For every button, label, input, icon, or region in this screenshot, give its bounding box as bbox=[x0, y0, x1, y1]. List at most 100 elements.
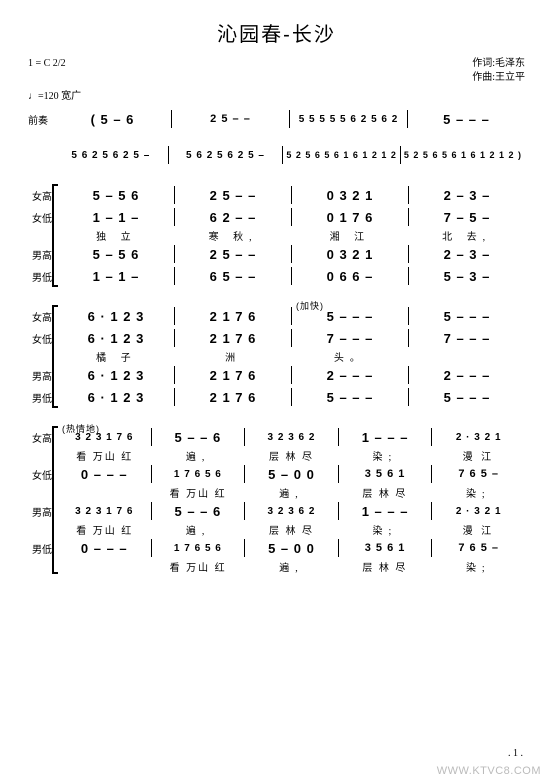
bar: 2 1 7 6 bbox=[175, 368, 291, 383]
system-intro-2: 5 6 2 5 6 2 5 – 5 6 2 5 6 2 5 – 5 2 5 6 … bbox=[28, 144, 525, 166]
tempo-change-marker: (加快) bbox=[296, 299, 324, 312]
bar: ( 5 – 6 bbox=[54, 112, 171, 127]
bar: 3 2 3 6 2 bbox=[245, 432, 338, 443]
bar: 2 1 7 6 bbox=[175, 331, 291, 346]
system-verse-3: 女高 (热情地) 3 2 3 1 7 6 5 – – 6 3 2 3 6 2 1… bbox=[28, 426, 525, 574]
key-signature: 1 = C 2/2 bbox=[28, 57, 66, 85]
bar: 0 1 7 6 bbox=[292, 210, 408, 225]
page-number: . 1 . bbox=[508, 748, 523, 759]
lyric: 湘 江 bbox=[292, 228, 409, 243]
composer-credit: 作曲:王立平 bbox=[472, 71, 525, 85]
bar: 5 – 3 – bbox=[409, 269, 525, 284]
bar: 7 – – – bbox=[292, 331, 408, 346]
bar: 7 – – – bbox=[409, 331, 525, 346]
bar: 2 5 – – bbox=[175, 188, 291, 203]
score-page: 沁园春-长沙 1 = C 2/2 作词:毛泽东 作曲:王立平 ♩=120 宽广 … bbox=[0, 0, 553, 783]
bar: 5 2 5 6 5 6 1 6 1 2 1 2 bbox=[283, 150, 400, 160]
lyric-row: 橘 子 洲 头。 bbox=[32, 349, 525, 364]
lyric: 层 林 尽 bbox=[245, 448, 338, 463]
bar: 5 – 5 6 bbox=[58, 247, 174, 262]
part-label-alto: 女低 bbox=[32, 210, 58, 225]
bar: 1 7 6 5 6 bbox=[152, 543, 245, 554]
part-label-bass: 男低 bbox=[32, 390, 58, 405]
lyric-row: 看 万山 红 遍, 层 林 尽 染; bbox=[32, 485, 525, 500]
tempo-marking: ♩=120 宽广 bbox=[28, 87, 525, 102]
bar: 6 2 – – bbox=[175, 210, 291, 225]
bar: 2 – – – bbox=[409, 368, 525, 383]
part-label-alto: 女低 bbox=[32, 467, 58, 482]
bar: 2 5 – – bbox=[175, 247, 291, 262]
lyric: 遍, bbox=[151, 522, 244, 537]
part-label-ten: 男高 bbox=[32, 368, 58, 383]
bar: 3 5 6 1 bbox=[339, 468, 432, 480]
lyric-row: 看 万山 红 遍, 层 林 尽 染; bbox=[32, 559, 525, 574]
bar: 0 3 2 1 bbox=[292, 247, 408, 262]
bar: 1 – 1 – bbox=[58, 210, 174, 225]
bar: 2 · 3 2 1 bbox=[432, 506, 525, 517]
bar: 3 5 6 1 bbox=[339, 542, 432, 554]
lyric: 看 万山 红 bbox=[58, 448, 151, 463]
lyric: 北 去, bbox=[408, 228, 525, 243]
lyric: 层 林 尽 bbox=[245, 522, 338, 537]
lyric: 遍, bbox=[245, 559, 338, 574]
bar: 7 6 5 – bbox=[432, 542, 525, 554]
lyric-row: 看 万山 红 遍, 层 林 尽 染; 漫 江 bbox=[32, 522, 525, 537]
lyric: 头。 bbox=[292, 349, 409, 364]
bar: 2 1 7 6 bbox=[175, 309, 291, 324]
lyric bbox=[58, 559, 151, 574]
bar: 5 – – – bbox=[409, 309, 525, 324]
bar: 0 – – – bbox=[58, 541, 151, 556]
lyric: 染; bbox=[338, 448, 431, 463]
lyric: 层 林 尽 bbox=[338, 559, 431, 574]
bar: 7 – 5 – bbox=[409, 210, 525, 225]
bar: 2 1 7 6 bbox=[175, 390, 291, 405]
lyric-row: 独 立 寒 秋, 湘 江 北 去, bbox=[32, 228, 525, 243]
part-label-bass: 男低 bbox=[32, 541, 58, 556]
lyric: 染; bbox=[432, 485, 525, 500]
lyricist-credit: 作词:毛泽东 bbox=[472, 57, 525, 71]
bar: 2 5 – – bbox=[172, 113, 289, 125]
bar: 0 6 6 – bbox=[292, 269, 408, 284]
bar: 1 – – – bbox=[339, 430, 432, 445]
bar: 6 · 1 2 3 bbox=[58, 390, 174, 405]
bar: 5 6 2 5 6 2 5 – bbox=[169, 150, 283, 161]
watermark: WWW.KTVC8.COM bbox=[437, 765, 541, 777]
lyric: 染; bbox=[432, 559, 525, 574]
lyric: 遍, bbox=[245, 485, 338, 500]
bar: 5 – 5 6 bbox=[58, 188, 174, 203]
bar: 5 2 5 6 5 6 1 6 1 2 1 2 ) bbox=[401, 150, 525, 160]
lyric-row: 看 万山 红 遍, 层 林 尽 染; 漫 江 bbox=[32, 448, 525, 463]
part-label-intro: 前奏 bbox=[28, 112, 54, 127]
bar: 6 5 – – bbox=[175, 269, 291, 284]
lyric: 看 万山 红 bbox=[151, 559, 244, 574]
lyric: 层 林 尽 bbox=[338, 485, 431, 500]
bar: 5 – – – bbox=[408, 112, 525, 127]
bar: (热情地) 3 2 3 1 7 6 bbox=[58, 432, 151, 443]
bar: (加快) 5 – – – bbox=[292, 309, 408, 324]
part-label-alto: 女低 bbox=[32, 331, 58, 346]
bar: 6 · 1 2 3 bbox=[58, 309, 174, 324]
bar: 2 – 3 – bbox=[409, 247, 525, 262]
lyric: 寒 秋, bbox=[175, 228, 292, 243]
bar: 5 – 0 0 bbox=[245, 541, 338, 556]
bar: 0 – – – bbox=[58, 467, 151, 482]
bar-notes: 5 – – – bbox=[327, 309, 374, 324]
bar: 5 – – 6 bbox=[152, 430, 245, 445]
bar: 6 · 1 2 3 bbox=[58, 331, 174, 346]
lyric: 漫 江 bbox=[432, 448, 525, 463]
bar: 7 6 5 – bbox=[432, 468, 525, 480]
part-label-ten: 男高 bbox=[32, 504, 58, 519]
part-label-sop: 女高 bbox=[32, 188, 58, 203]
system-verse-1: 女高 5 – 5 6 2 5 – – 0 3 2 1 2 – 3 – 女低 1 … bbox=[28, 184, 525, 287]
lyric: 遍, bbox=[151, 448, 244, 463]
bar: 1 – 1 – bbox=[58, 269, 174, 284]
bar: 2 – – – bbox=[292, 368, 408, 383]
lyric: 橘 子 bbox=[58, 349, 175, 364]
part-label-ten: 男高 bbox=[32, 247, 58, 262]
bar: 5 – – – bbox=[292, 390, 408, 405]
bar: 5 – – – bbox=[409, 390, 525, 405]
bar: 1 – – – bbox=[339, 504, 432, 519]
bar: 6 · 1 2 3 bbox=[58, 368, 174, 383]
bar: 3 2 3 6 2 bbox=[245, 506, 338, 517]
lyric: 洲 bbox=[175, 349, 292, 364]
